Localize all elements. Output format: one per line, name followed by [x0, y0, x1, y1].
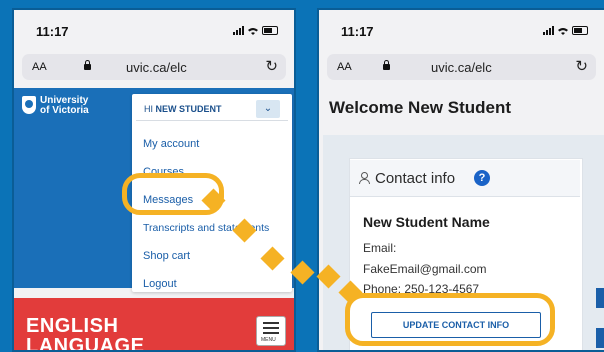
signal-icon: [543, 26, 554, 35]
banner-title: ENGLISH LANGUAGE: [26, 315, 145, 352]
chevron-down-icon[interactable]: ⌄: [256, 100, 280, 118]
logo-line-2: of Victoria: [40, 105, 89, 116]
hamburger-line: [263, 322, 279, 324]
status-icons: [233, 26, 278, 35]
help-icon[interactable]: ?: [474, 170, 490, 186]
lock-icon: [383, 60, 390, 70]
wifi-icon: [558, 27, 568, 35]
banner-line-2: LANGUAGE: [26, 335, 145, 352]
page-title: Welcome New Student: [329, 98, 511, 117]
email-label: Email:: [363, 241, 397, 255]
status-bar: 11:17: [319, 10, 604, 52]
wifi-icon: [248, 27, 258, 35]
banner-line-1: ENGLISH: [26, 315, 119, 337]
status-time: 11:17: [341, 24, 374, 39]
side-tab[interactable]: [596, 328, 604, 348]
reload-icon[interactable]: ↻: [575, 57, 588, 75]
address-bar[interactable]: AA uvic.ca/elc ↻: [22, 54, 286, 80]
menu-button-label: MENU: [261, 337, 276, 343]
hamburger-menu-button[interactable]: MENU: [256, 316, 286, 346]
reload-icon[interactable]: ↻: [265, 57, 278, 75]
battery-icon: [262, 26, 278, 35]
email-value: FakeEmail@gmail.com: [363, 262, 487, 276]
menu-item-logout[interactable]: Logout: [143, 278, 177, 290]
update-button-highlight: [345, 293, 555, 346]
status-bar: 11:17: [14, 10, 294, 52]
hamburger-line: [263, 332, 279, 334]
hamburger-line: [263, 327, 279, 329]
status-time: 11:17: [36, 24, 69, 39]
text-size-button[interactable]: AA: [32, 61, 47, 73]
status-icons: [543, 26, 588, 35]
greeting-name: NEW STUDENT: [155, 104, 222, 114]
lock-icon: [84, 60, 91, 70]
url-text[interactable]: uvic.ca/elc: [126, 60, 187, 75]
uvic-logo[interactable]: University of Victoria: [22, 96, 89, 116]
battery-icon: [572, 26, 588, 35]
greeting-text: HI NEW STUDENT: [144, 104, 222, 114]
address-bar[interactable]: AA uvic.ca/elc ↻: [327, 54, 596, 80]
student-name: New Student Name: [363, 214, 490, 230]
greeting-prefix: HI: [144, 104, 156, 114]
signal-icon: [233, 26, 244, 35]
side-tab[interactable]: [596, 288, 604, 308]
account-toggle[interactable]: HI NEW STUDENT ⌄: [136, 98, 288, 121]
person-icon: [359, 172, 370, 184]
text-size-button[interactable]: AA: [337, 61, 352, 73]
url-text[interactable]: uvic.ca/elc: [431, 60, 492, 75]
contact-card-title: Contact info: [375, 170, 456, 187]
menu-item-shop-cart[interactable]: Shop cart: [143, 250, 190, 262]
menu-item-my-account[interactable]: My account: [143, 138, 199, 150]
crest-icon: [22, 96, 36, 114]
